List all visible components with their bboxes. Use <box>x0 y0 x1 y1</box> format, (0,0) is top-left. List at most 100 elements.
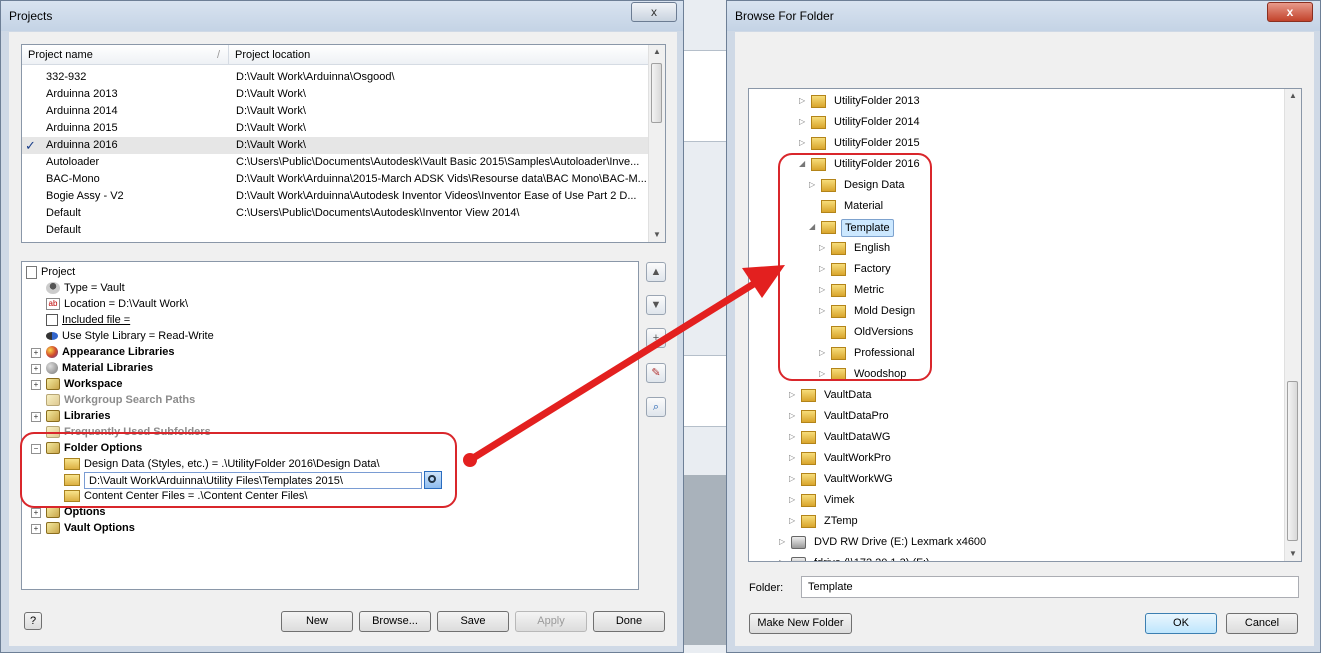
tree-style-library[interactable]: Use Style Library = Read-Write <box>46 328 214 344</box>
project-row[interactable]: Autoloader C:\Users\Public\Documents\Auto… <box>22 154 651 171</box>
edit-button[interactable]: ✎ <box>646 363 666 383</box>
folder-icon <box>801 515 816 528</box>
folder-tree-item-label: fdrive (\\172.20.1.3) (F:) <box>811 555 933 561</box>
project-list[interactable]: Project name / Project location 332-932 D… <box>21 44 666 243</box>
projects-titlebar: Projects x <box>1 1 683 31</box>
folder-tree-item[interactable]: ▷ fdrive (\\172.20.1.3) (F:) <box>749 553 1287 561</box>
expand-arrow-icon[interactable]: ▷ <box>789 513 795 529</box>
tree-project[interactable]: Project <box>26 264 75 280</box>
folder-tree-item[interactable]: ▷ UtilityFolder 2013 <box>749 91 1287 111</box>
tree-included-file[interactable]: Included file = <box>46 312 130 328</box>
project-settings-tree[interactable]: Project Type = Vault ab Location = D:\Vau… <box>21 261 639 590</box>
folder-name-input[interactable] <box>801 576 1299 598</box>
expand-arrow-icon[interactable]: ▷ <box>789 492 795 508</box>
tree-material-libraries[interactable]: Material Libraries <box>46 360 153 376</box>
project-row[interactable]: Arduinna 2013 D:\Vault Work\ <box>22 86 651 103</box>
expand-options-icon[interactable]: + <box>31 508 41 518</box>
folder-tree-item[interactable]: ▷ VaultDataPro <box>749 406 1287 426</box>
apply-button[interactable]: Apply <box>515 611 587 632</box>
project-row[interactable]: 332-932 D:\Vault Work\Arduinna\Osgood\ <box>22 69 651 86</box>
expand-arrow-icon[interactable]: ▷ <box>789 429 795 445</box>
project-row[interactable]: Arduinna 2014 D:\Vault Work\ <box>22 103 651 120</box>
scroll-down-icon[interactable]: ▼ <box>649 228 665 242</box>
ok-button[interactable]: OK <box>1145 613 1217 634</box>
project-row[interactable]: Arduinna 2015 D:\Vault Work\ <box>22 120 651 137</box>
folder-tree-item[interactable]: ▷ Vimek <box>749 490 1287 510</box>
tree-appearance-libraries[interactable]: Appearance Libraries <box>46 344 175 360</box>
folder-tree-item[interactable]: ▷ VaultWorkWG <box>749 469 1287 489</box>
annotation-highlight-utilityfolder <box>778 153 932 381</box>
expand-arrow-icon[interactable]: ▷ <box>789 450 795 466</box>
tree-project-label: Project <box>41 266 76 278</box>
tree-workspace[interactable]: Workspace <box>46 376 123 392</box>
expand-vault-options-icon[interactable]: + <box>31 524 41 534</box>
expand-appearance-icon[interactable]: + <box>31 348 41 358</box>
folder-tree-item[interactable]: ▷ UtilityFolder 2015 <box>749 133 1287 153</box>
done-button[interactable]: Done <box>593 611 665 632</box>
expand-arrow-icon[interactable]: ▷ <box>789 387 795 403</box>
workspace-box-icon <box>46 378 60 391</box>
folder-tree-scroll-thumb[interactable] <box>1287 381 1298 541</box>
folder-tree-item[interactable]: ▷ UtilityFolder 2014 <box>749 112 1287 132</box>
projects-close-button[interactable]: x <box>631 2 677 22</box>
tree-libraries[interactable]: Libraries <box>46 408 110 424</box>
background-app <box>683 0 727 653</box>
project-location-cell: D:\Vault Work\Arduinna\2015-March ADSK V… <box>236 173 647 185</box>
folder-tree-scrollbar[interactable]: ▲ ▼ <box>1284 89 1301 561</box>
expand-arrow-icon[interactable]: ▷ <box>799 135 805 151</box>
expand-material-icon[interactable]: + <box>31 364 41 374</box>
scroll-up-icon[interactable]: ▲ <box>649 45 665 59</box>
help-button[interactable]: ? <box>24 612 42 630</box>
browse-button[interactable]: Browse... <box>359 611 431 632</box>
tree-scroll-down-icon[interactable]: ▼ <box>1285 547 1301 561</box>
add-path-button[interactable]: + <box>646 328 666 348</box>
project-row[interactable]: Bogie Assy - V2 D:\Vault Work\Arduinna\Au… <box>22 188 651 205</box>
folder-tree-item[interactable]: ▷ ZTemp <box>749 511 1287 531</box>
move-down-button[interactable]: ▼ <box>646 295 666 315</box>
folder-tree-item[interactable]: ▷ DVD RW Drive (E:) Lexmark x4600 <box>749 532 1287 552</box>
find-button[interactable]: ⌕ <box>646 397 666 417</box>
tree-vault-options[interactable]: Vault Options <box>46 520 135 536</box>
projects-window: Projects x Project name / Project locati… <box>0 0 684 653</box>
column-header-project-location[interactable]: Project location <box>228 45 651 65</box>
folder-tree-item[interactable]: ▷ VaultData <box>749 385 1287 405</box>
appearance-sphere-icon <box>46 346 58 359</box>
expand-arrow-icon[interactable]: ▷ <box>779 555 785 561</box>
folder-tree-item[interactable]: ▷ VaultWorkPro <box>749 448 1287 468</box>
tree-vault-options-label: Vault Options <box>64 522 135 534</box>
tree-workgroup-search-paths[interactable]: Workgroup Search Paths <box>46 392 195 408</box>
expand-libraries-icon[interactable]: + <box>31 412 41 422</box>
project-file-icon <box>26 265 37 279</box>
move-up-button[interactable]: ▲ <box>646 262 666 282</box>
tree-type[interactable]: Type = Vault <box>46 280 125 296</box>
expand-arrow-icon[interactable]: ▷ <box>799 93 805 109</box>
workgroup-box-icon <box>46 394 60 407</box>
project-list-scrollbar[interactable]: ▲ ▼ <box>648 45 665 242</box>
vault-options-box-icon <box>46 522 60 535</box>
save-button[interactable]: Save <box>437 611 509 632</box>
project-list-scroll-thumb[interactable] <box>651 63 662 123</box>
project-name-cell: BAC-Mono <box>46 173 100 185</box>
expand-arrow-icon[interactable]: ▷ <box>789 408 795 424</box>
magnifier-icon: ⌕ <box>652 401 660 413</box>
project-row[interactable]: Default <box>22 222 651 239</box>
project-row[interactable]: Default C:\Users\Public\Documents\Autodes… <box>22 205 651 222</box>
expand-arrow-icon[interactable]: ▷ <box>799 114 805 130</box>
tree-location[interactable]: ab Location = D:\Vault Work\ <box>46 296 188 312</box>
new-button[interactable]: New <box>281 611 353 632</box>
expand-workspace-icon[interactable]: + <box>31 380 41 390</box>
tree-scroll-up-icon[interactable]: ▲ <box>1285 89 1301 103</box>
expand-arrow-icon[interactable]: ▷ <box>779 534 785 550</box>
folder-tree-item-label: DVD RW Drive (E:) Lexmark x4600 <box>814 536 987 548</box>
project-row[interactable]: BAC-Mono D:\Vault Work\Arduinna\2015-Marc… <box>22 171 651 188</box>
project-location-cell: D:\Vault Work\ <box>236 88 306 100</box>
folder-tree-item[interactable]: ▷ VaultDataWG <box>749 427 1287 447</box>
expand-arrow-icon[interactable]: ▷ <box>789 471 795 487</box>
cancel-button[interactable]: Cancel <box>1226 613 1298 634</box>
column-header-project-name[interactable]: Project name / <box>22 45 228 65</box>
vault-person-icon <box>46 282 60 295</box>
browse-close-button[interactable]: x <box>1267 2 1313 22</box>
project-row[interactable]: ✓ Arduinna 2016 D:\Vault Work\ <box>22 137 651 154</box>
make-new-folder-button[interactable]: Make New Folder <box>749 613 852 634</box>
pencil-icon: ✎ <box>651 367 661 379</box>
